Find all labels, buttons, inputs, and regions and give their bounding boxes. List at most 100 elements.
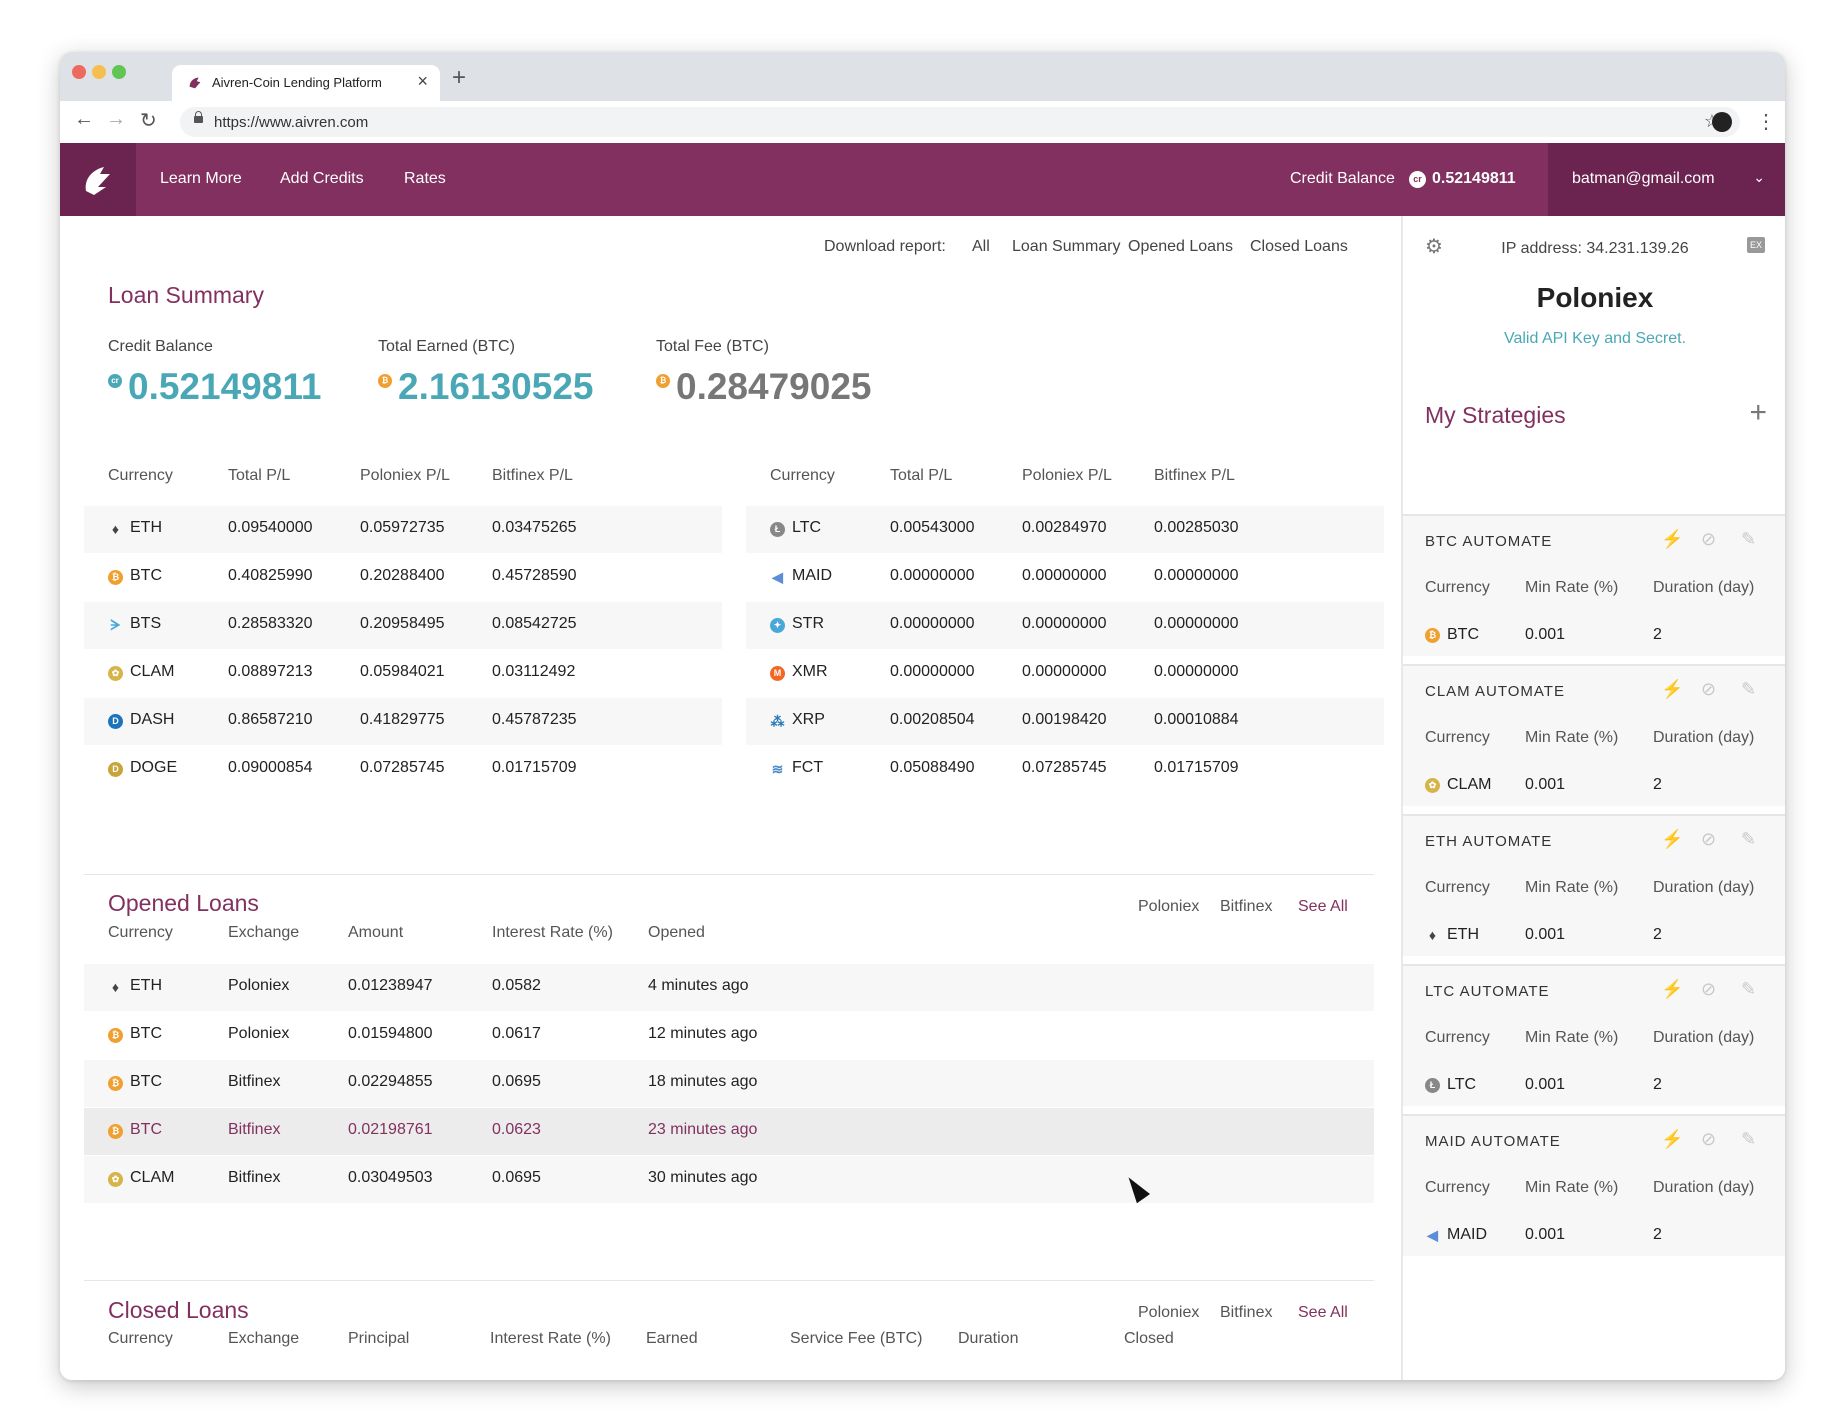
chevron-down-icon: ⌄ [1753,169,1765,185]
opened-see-all-link[interactable]: See All [1298,898,1348,916]
strategy-name: ETH AUTOMATE [1425,833,1553,850]
nav-rates[interactable]: Rates [404,170,446,188]
opened-header: Opened [648,924,705,941]
strategy-header: Min Rate (%) [1525,579,1619,596]
disable-icon[interactable]: ⊘ [1701,679,1716,700]
strategy-header: Duration (day) [1653,579,1755,596]
currency-cell: BTC [130,1073,162,1090]
strategy-card[interactable]: BTC AUTOMATE ⚡ ⊘ ✎ Currency Min Rate (%) Durat… [1403,514,1785,656]
browser-tab[interactable]: Aivren-Coin Lending Platform × [172,65,440,101]
strategy-card[interactable]: ETH AUTOMATE ⚡ ⊘ ✎ Currency Min Rate (%) Durat… [1403,814,1785,956]
disable-icon[interactable]: ⊘ [1701,979,1716,1000]
nav-add-credits[interactable]: Add Credits [280,170,364,188]
bitfinex-pl-cell: 0.08542725 [492,615,577,632]
total-pl-cell: 0.00543000 [890,519,975,536]
total-pl-cell: 0.08897213 [228,663,313,680]
lightning-icon[interactable]: ⚡ [1661,679,1683,700]
total-pl-cell: 0.05088490 [890,759,975,776]
exchange-cell: Poloniex [228,1025,290,1042]
closed-filter-bitfinex[interactable]: Bitfinex [1220,1304,1272,1322]
poloniex-pl-cell: 0.07285745 [1022,759,1107,776]
sidebar: ⚙ IP address: 34.231.139.26 EX Poloniex … [1401,216,1785,1380]
currency-cell: LTC [792,519,822,536]
poloniex-pl-cell: 0.07285745 [360,759,445,776]
download-closed-loans-link[interactable]: Closed Loans [1250,238,1348,256]
bitfinex-pl-cell: 0.00000000 [1154,567,1239,584]
download-loan-summary-link[interactable]: Loan Summary [1012,238,1121,256]
strategy-currency: LTC [1447,1076,1477,1093]
closed-see-all-link[interactable]: See All [1298,1304,1348,1322]
bitfinex-pl-cell: 0.00000000 [1154,615,1239,632]
rate-cell: 0.0582 [492,977,541,994]
strategy-card[interactable]: MAID AUTOMATE ⚡ ⊘ ✎ Currency Min Rate (%) Dura… [1403,1114,1785,1256]
opened-cell: 23 minutes ago [648,1121,758,1138]
strategy-header: Currency [1425,1029,1490,1046]
app-header: Learn More Add Credits Rates Credit Bala… [60,143,1785,216]
lightning-icon[interactable]: ⚡ [1661,979,1683,1000]
maximize-window-button[interactable] [112,65,126,79]
reload-button[interactable]: ↻ [140,108,157,133]
forward-button[interactable]: → [106,108,126,131]
closed-filter-poloniex[interactable]: Poloniex [1138,1304,1199,1322]
btc-icon: ₿ [108,1028,123,1043]
add-strategy-button[interactable]: + [1749,396,1767,430]
opened-filter-poloniex[interactable]: Poloniex [1138,898,1199,916]
edit-pencil-icon[interactable]: ✎ [1741,829,1756,850]
close-window-button[interactable] [72,65,86,79]
doge-icon: D [108,762,123,777]
clam-icon: ✿ [108,1172,123,1187]
poloniex-pl-cell: 0.00000000 [1022,615,1107,632]
poloniex-pl-cell: 0.41829775 [360,711,445,728]
browser-menu-icon[interactable]: ⋮ [1756,109,1776,134]
eth-icon: ♦ [1428,927,1437,943]
edit-pencil-icon[interactable]: ✎ [1741,1129,1756,1150]
nav-learn-more[interactable]: Learn More [160,170,242,188]
poloniex-pl-cell: 0.20958495 [360,615,445,632]
strategy-min-rate: 0.001 [1525,1076,1566,1093]
total-pl-cell: 0.28583320 [228,615,313,632]
disable-icon[interactable]: ⊘ [1701,1129,1716,1150]
user-email: batman@gmail.com [1572,170,1715,187]
strategy-card[interactable]: LTC AUTOMATE ⚡ ⊘ ✎ Currency Min Rate (%) Durat… [1403,964,1785,1106]
bts-icon: ᗒ [110,617,121,633]
lightning-icon[interactable]: ⚡ [1661,1129,1683,1150]
stat-label: Total Earned (BTC) [378,338,515,355]
opened-header: Interest Rate (%) [492,924,613,941]
xrp-icon: ⁂ [770,713,785,729]
pl-header: Total P/L [228,467,291,484]
disable-icon[interactable]: ⊘ [1701,529,1716,550]
currency-cell: XMR [792,663,828,680]
edit-pencil-icon[interactable]: ✎ [1741,529,1756,550]
total-pl-cell: 0.09540000 [228,519,313,536]
exchange-cell: Bitfinex [228,1169,281,1186]
credit-balance-value: 0.52149811 [1432,170,1516,187]
strategy-duration: 2 [1653,626,1662,643]
disable-icon[interactable]: ⊘ [1701,829,1716,850]
lightning-icon[interactable]: ⚡ [1661,529,1683,550]
download-all-link[interactable]: All [972,238,990,256]
opened-filter-bitfinex[interactable]: Bitfinex [1220,898,1272,916]
closed-header: Service Fee (BTC) [790,1330,923,1347]
api-status: Valid API Key and Secret. [1503,330,1687,347]
total-pl-cell: 0.86587210 [228,711,313,728]
amount-cell: 0.02294855 [348,1073,433,1090]
btc-icon: ₿ [108,1124,123,1139]
edit-pencil-icon[interactable]: ✎ [1741,679,1756,700]
user-menu[interactable]: batman@gmail.com ⌄ [1548,143,1785,216]
lightning-icon[interactable]: ⚡ [1661,829,1683,850]
download-opened-loans-link[interactable]: Opened Loans [1128,238,1233,256]
url-field[interactable]: https://www.aivren.com ☆ [180,107,1740,137]
eth-icon: ♦ [111,521,120,537]
new-tab-button[interactable]: + [452,64,466,92]
back-button[interactable]: ← [74,108,94,131]
strategy-min-rate: 0.001 [1525,626,1566,643]
minimize-window-button[interactable] [92,65,106,79]
edit-pencil-icon[interactable]: ✎ [1741,979,1756,1000]
extension-icon[interactable] [1712,112,1732,132]
stat-label: Credit Balance [108,338,213,355]
tab-close-icon[interactable]: × [417,71,428,92]
exit-icon[interactable]: EX [1747,237,1765,253]
logo[interactable] [60,143,136,216]
strategy-card[interactable]: CLAM AUTOMATE ⚡ ⊘ ✎ Currency Min Rate (%) Dura… [1403,664,1785,806]
currency-cell: BTC [130,1025,162,1042]
